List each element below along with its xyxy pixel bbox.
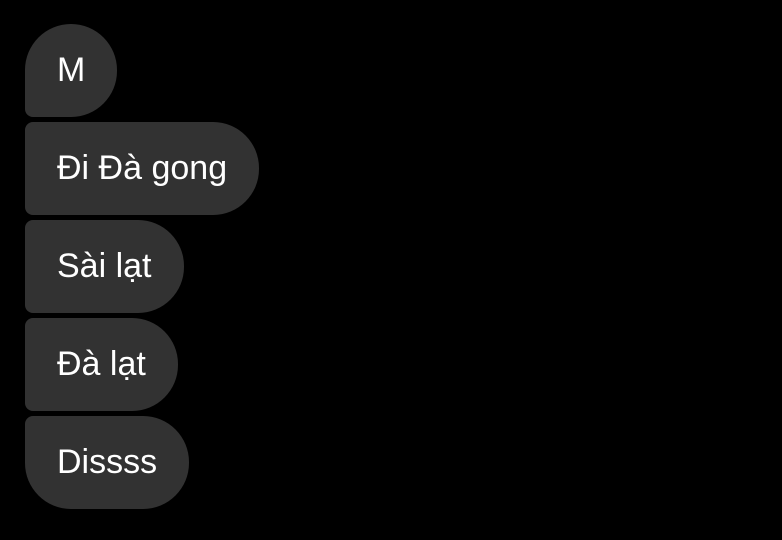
message-bubble-4[interactable]: Đà lạt [25,318,178,411]
message-thread: M Đi Đà gong Sài lạt Đà lạt Dissss [25,24,260,509]
message-text: Đi Đà gong [57,149,228,187]
message-bubble-1[interactable]: M [25,24,118,117]
message-text: Đà lạt [57,345,146,383]
message-text: M [57,51,86,89]
message-text: Sài lạt [57,247,152,285]
message-bubble-2[interactable]: Đi Đà gong [25,122,260,215]
message-text: Dissss [57,443,158,481]
message-bubble-3[interactable]: Sài lạt [25,220,184,313]
message-bubble-5[interactable]: Dissss [25,416,190,509]
